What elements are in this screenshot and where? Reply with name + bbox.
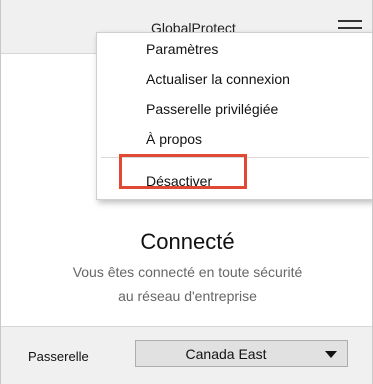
menu-separator — [101, 157, 369, 158]
menu-item-passerelle-privilegiee[interactable]: Passerelle privilégiée — [146, 101, 278, 117]
status-message-line1: Vous êtes connecté en toute sécurité — [72, 264, 303, 280]
app-window: GlobalProtect Connecté Vous êtes connect… — [0, 0, 373, 384]
menu-item-actualiser-connexion[interactable]: Actualiser la connexion — [146, 71, 290, 87]
menu-item-desactiver[interactable]: Désactiver — [146, 173, 212, 189]
connection-status-title: Connecté — [140, 229, 235, 254]
status-message-line2: au réseau d'entreprise — [118, 288, 257, 304]
chevron-down-icon — [325, 351, 337, 358]
gateway-select[interactable]: Canada East — [135, 340, 348, 367]
menu-item-parametres[interactable]: Paramètres — [146, 41, 218, 57]
menu-item-a-propos[interactable]: À propos — [146, 131, 202, 147]
dropdown-menu: Paramètres Actualiser la connexion Passe… — [96, 32, 372, 200]
footer-bar: Passerelle Canada East — [1, 326, 372, 384]
gateway-selected-value: Canada East — [185, 346, 267, 362]
gateway-label: Passerelle — [28, 349, 89, 364]
